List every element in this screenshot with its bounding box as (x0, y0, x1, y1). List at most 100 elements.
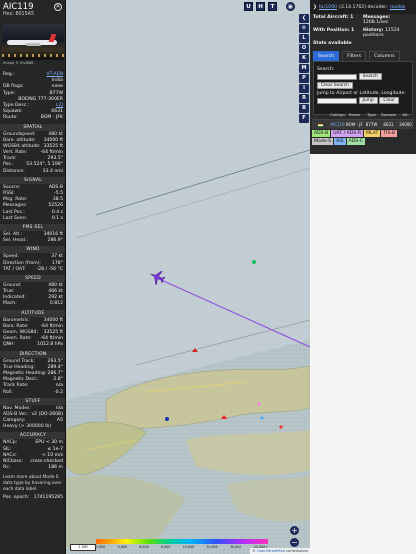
map-button-h[interactable]: H (256, 2, 265, 11)
search-button[interactable]: Search (358, 73, 382, 81)
close-icon[interactable]: ✕ (54, 3, 62, 11)
col-callsign[interactable]: Callsign (329, 112, 346, 117)
map-button-u[interactable]: U (244, 2, 253, 11)
map-marker-cyan[interactable] (260, 416, 264, 420)
scale-bar: 1 NM (70, 544, 96, 551)
toggle-strip: ❮ ⚙ L O K M P I R B F (299, 14, 310, 130)
tab-search[interactable]: Search (313, 51, 340, 62)
source-legend: ADS-B UAT / ADS-R MLAT TIS-B Mode-S AIS … (312, 130, 414, 145)
tab-columns[interactable]: Columns (369, 51, 400, 62)
map-canvas (66, 0, 310, 554)
info-row-label[interactable]: Distance: (3, 169, 25, 175)
info-row-label[interactable]: Last Seen: (3, 216, 27, 222)
collapse-right-icon[interactable]: ❯ (313, 5, 317, 10)
col-type[interactable]: Type (363, 112, 380, 117)
map-marker-blue[interactable] (165, 417, 169, 421)
map-button-t[interactable]: T (268, 2, 277, 11)
legend-modes: Mode-S (312, 138, 334, 145)
tar1090-link[interactable]: tar1090 (319, 5, 337, 10)
zoom-out-button[interactable]: − (290, 538, 299, 547)
table-row[interactable]: AIC119 BOM - JFK B77W 6631 34000 (312, 120, 414, 129)
info-row-value: 286.9° (47, 238, 63, 244)
version-text: (3.14.1762) decoder: (339, 4, 388, 10)
strip-button-l[interactable]: L (299, 34, 309, 43)
strip-button-b[interactable]: B (299, 104, 309, 113)
strip-button-o[interactable]: O (299, 44, 309, 53)
table-header: Callsign Route Type Squawk Alt. (312, 110, 414, 120)
fms-rows: Sel. Alt.: 34016 ft Sel. Head.: 286.9° (0, 232, 65, 244)
altitude-legend-ticks: 2,000 4,000 6,000 8,000 10,000 20,000 30… (96, 545, 268, 549)
mode-s-note: Learn more about Mode S data type by hov… (3, 475, 62, 492)
info-row-value: -0.2 (54, 389, 63, 395)
section-accuracy: ACCURACY (0, 432, 65, 440)
altitude-color-legend (96, 539, 268, 544)
map-marker-green[interactable] (252, 260, 256, 264)
legend-tisb: TIS-B (381, 130, 398, 137)
settings-icon[interactable]: ⚙ (299, 24, 309, 33)
panel-tabs: Search Filters Columns (310, 49, 416, 62)
legend-uat: UAT / ADS-R (331, 130, 364, 137)
map-marker-red2[interactable] (279, 425, 283, 429)
info-row: Rc: 186 m (0, 465, 65, 471)
info-row-label[interactable]: TAT / OAT: (3, 267, 26, 273)
speed-rows: Ground: 480 kt True: 466 kt Indicated: 292 kt… (0, 283, 65, 308)
search-input[interactable] (317, 73, 357, 80)
spatial-rows: Groundspeed: 480 kt Baro. altitude: 34000 f… (0, 132, 65, 175)
altitude-rows: Barometric: 34000 ft Baro. Rate: -64 ft/min… (0, 318, 65, 349)
strip-button-p[interactable]: P (299, 74, 309, 83)
clear-button[interactable]: Clear (379, 97, 399, 105)
strip-button-k[interactable]: K (299, 54, 309, 63)
section-fms: FMS SEL (0, 223, 65, 231)
col-squawk[interactable]: Squawk (380, 112, 397, 117)
info-row-label[interactable]: Mach: (3, 301, 17, 307)
strip-button-m[interactable]: M (299, 64, 309, 73)
info-row-value: A5 (56, 418, 63, 424)
col-route[interactable]: Route (346, 112, 363, 117)
info-row: TAT / OAT: -28 / -56 °C (0, 266, 65, 273)
legend-adsb: ADS-B (312, 130, 331, 137)
map-view[interactable]: U H T ◉ + − 1 NM 2,000 4,000 6,000 8,000… (66, 0, 310, 554)
list-blank-area (310, 154, 416, 554)
stats-available[interactable]: Stats available (313, 41, 352, 46)
search-panel: Search: Search Clear Search Jump to Airp… (313, 61, 413, 116)
decoder-link[interactable]: readsb (390, 5, 406, 10)
pos-epoch-row: Pos. epoch: 1741195285 (3, 495, 63, 501)
stats-row-2: With Position: 1 History: 11524 position… (313, 27, 400, 39)
section-altitude: ALTITUDE (0, 309, 65, 317)
info-row-label[interactable]: Sel. Head.: (3, 238, 28, 244)
section-spatial: SPATIAL (0, 123, 65, 131)
tab-filters[interactable]: Filters (342, 51, 367, 62)
strip-button-f[interactable]: F (299, 114, 309, 123)
strip-button-i[interactable]: I (299, 84, 309, 93)
col-alt[interactable]: Alt. (397, 112, 414, 117)
flag-india-icon (317, 123, 323, 127)
layers-icon[interactable]: ◉ (286, 2, 295, 11)
info-row-label[interactable]: Rc: (3, 465, 10, 471)
jump-button[interactable]: Jump (358, 97, 378, 105)
aircraft-table: Callsign Route Type Squawk Alt. AIC119 B… (312, 110, 414, 129)
info-row: Last Seen: 0.1 s (0, 215, 65, 222)
aircraft-photo[interactable] (2, 24, 64, 60)
section-direction: DIRECTION (0, 350, 65, 358)
category-heavy: Heavy (> 300000 lb) (3, 424, 52, 430)
info-row-value: -28 / -56 °C (36, 266, 63, 272)
section-wind: WIND (0, 246, 65, 254)
clear-search-button[interactable]: Clear Search (317, 82, 353, 90)
zoom-in-button[interactable]: + (290, 526, 299, 535)
jump-input[interactable] (317, 97, 357, 104)
map-attribution: © OpenStreetMap contributors (250, 548, 310, 554)
app-root: AIC119 Hex: 8015A5 ✕ Image © Kivi888 Reg… (0, 0, 416, 554)
map-marker-pink[interactable] (257, 402, 261, 406)
wind-rows: Speed: 37 kt Direction (from): 178° TAT / OA… (0, 254, 65, 273)
info-row-label[interactable]: QNH: (3, 342, 15, 348)
hex-code: Hex: 8015A5 (3, 12, 34, 17)
info-row-value: 33.4 nmi (42, 168, 63, 174)
photo-credit[interactable]: Image © Kivi888 (3, 61, 33, 65)
collapse-left-icon[interactable]: ❮ (299, 14, 309, 23)
jump-label: Jump to Airport or Latitude, Longitude: (317, 91, 406, 97)
strip-button-r[interactable]: R (299, 94, 309, 103)
info-row-value: 0.1 s (51, 215, 63, 221)
info-row-label[interactable]: Roll: (3, 390, 13, 396)
stats-row-1: Total Aircraft: 1 Messages: 1268.1/sec (313, 15, 391, 26)
direction-rows: Ground Track: 293.5° True Heading: 289.4° Ma… (0, 359, 65, 396)
